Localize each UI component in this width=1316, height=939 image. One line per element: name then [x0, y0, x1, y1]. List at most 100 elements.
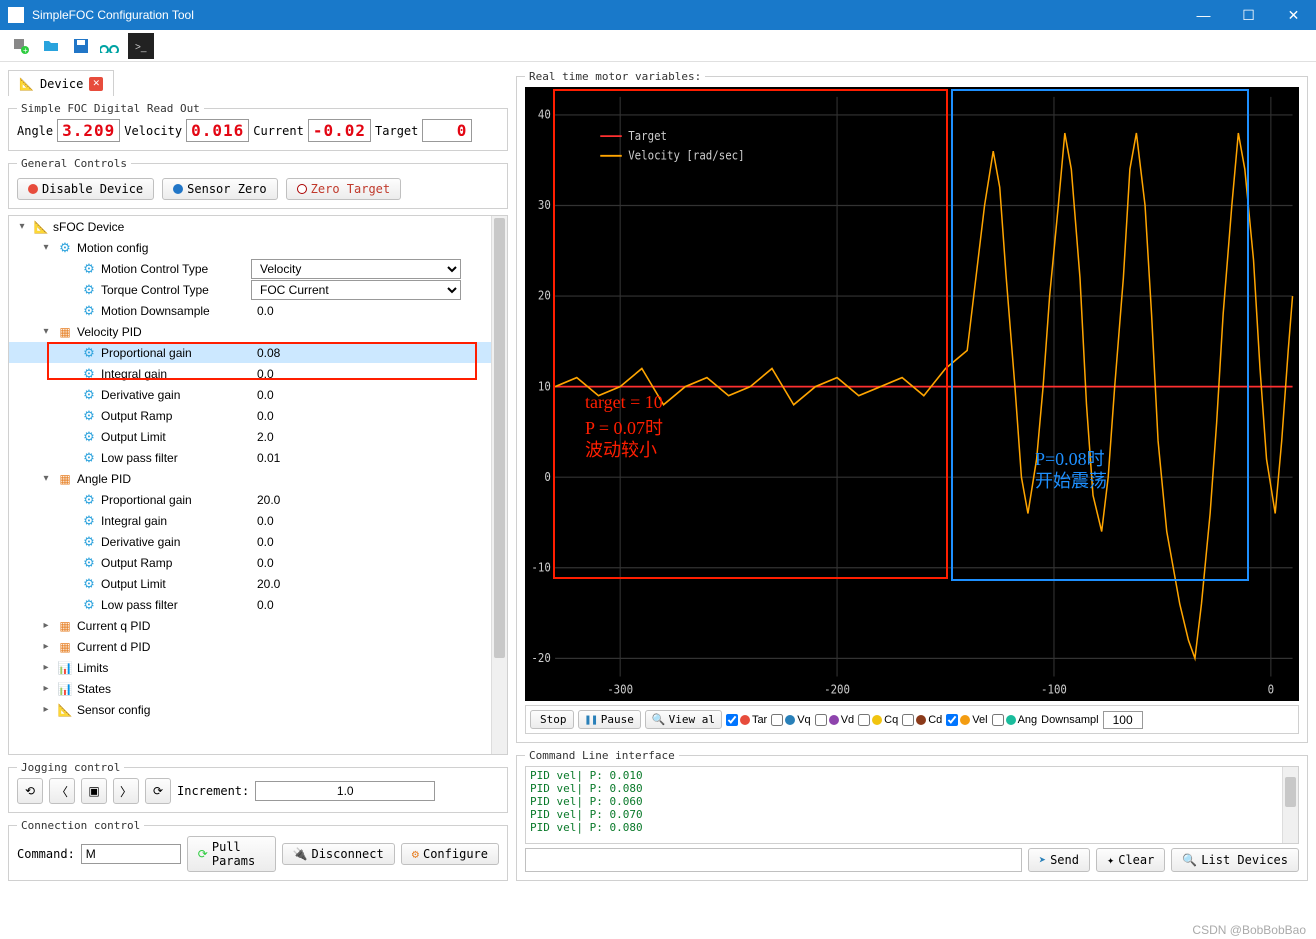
- config-tree[interactable]: ▾📐sFOC Device ▾⚙Motion config ⚙Motion Co…: [8, 215, 508, 755]
- arduino-icon[interactable]: [98, 33, 124, 59]
- tree-angle-pid[interactable]: ▾▦Angle PID: [9, 468, 507, 489]
- chk-vq[interactable]: Vq: [771, 714, 810, 726]
- tree-vel-limit[interactable]: ⚙Output Limit2.0: [9, 426, 507, 447]
- zero-target-button[interactable]: Zero Target: [286, 178, 401, 200]
- pid-icon: ▦: [57, 639, 73, 655]
- annot-red-1: target = 10: [585, 392, 663, 413]
- gear-icon: ⚙: [57, 240, 73, 256]
- send-button[interactable]: ➤Send: [1028, 848, 1090, 872]
- svg-text:>_: >_: [135, 42, 147, 53]
- clear-icon: ✦: [1107, 853, 1114, 867]
- save-icon[interactable]: [68, 33, 94, 59]
- sensor-zero-button[interactable]: Sensor Zero: [162, 178, 277, 200]
- tree-currentd[interactable]: ▸▦Current d PID: [9, 636, 507, 657]
- list-devices-button[interactable]: 🔍List Devices: [1171, 848, 1299, 872]
- disable-device-button[interactable]: Disable Device: [17, 178, 154, 200]
- send-icon: ➤: [1039, 853, 1046, 867]
- increment-input[interactable]: [255, 781, 435, 801]
- downsample-input[interactable]: [1103, 711, 1143, 729]
- disconnect-button[interactable]: 🔌Disconnect: [282, 843, 395, 865]
- configure-button[interactable]: ⚙Configure: [401, 843, 499, 865]
- tree-vel-ig[interactable]: ⚙Integral gain0.0: [9, 363, 507, 384]
- tree-motion-config[interactable]: ▾⚙Motion config: [9, 237, 507, 258]
- gear-icon: ⚙: [412, 847, 419, 861]
- pid-icon: ▦: [57, 471, 73, 487]
- command-input[interactable]: [81, 844, 181, 864]
- tree-scrollbar[interactable]: [491, 216, 507, 754]
- increment-label: Increment:: [177, 784, 249, 798]
- viewall-button[interactable]: 🔍View al: [645, 710, 722, 729]
- chk-cd[interactable]: Cd: [902, 714, 942, 726]
- chk-vd[interactable]: Vd: [815, 714, 854, 726]
- tree-ang-ig[interactable]: ⚙Integral gain0.0: [9, 510, 507, 531]
- tree-ang-limit[interactable]: ⚙Output Limit20.0: [9, 573, 507, 594]
- cli-input[interactable]: [525, 848, 1022, 872]
- svg-text:30: 30: [538, 197, 551, 212]
- gear-icon: ⚙: [81, 261, 97, 277]
- pause-icon: ❚❚: [585, 713, 598, 726]
- cli-output[interactable]: PID vel| P: 0.010 PID vel| P: 0.080 PID …: [525, 766, 1299, 844]
- tab-device[interactable]: 📐 Device ✕: [8, 70, 114, 96]
- tree-root[interactable]: ▾📐sFOC Device: [9, 216, 507, 237]
- general-controls-group: General Controls Disable Device Sensor Z…: [8, 157, 508, 209]
- tree-sensor[interactable]: ▸📐Sensor config: [9, 699, 507, 720]
- tree-vel-ramp[interactable]: ⚙Output Ramp0.0: [9, 405, 507, 426]
- close-button[interactable]: ✕: [1271, 0, 1316, 30]
- jog-stop-button[interactable]: ▣: [81, 778, 107, 804]
- open-folder-icon[interactable]: [38, 33, 64, 59]
- chk-vel[interactable]: Vel: [946, 714, 987, 726]
- gear-icon: ⚙: [81, 429, 97, 445]
- jog-prev-button[interactable]: 〈: [49, 778, 75, 804]
- jog-next-button[interactable]: 〉: [113, 778, 139, 804]
- tree-velocity-pid[interactable]: ▾▦Velocity PID: [9, 321, 507, 342]
- jog-forward-button[interactable]: ⟳: [145, 778, 171, 804]
- red-dot-icon: [28, 184, 38, 194]
- pull-params-button[interactable]: ⟳Pull Params: [187, 836, 276, 872]
- tree-limits[interactable]: ▸📊Limits: [9, 657, 507, 678]
- zoom-icon: 🔍: [652, 713, 666, 726]
- svg-text:0: 0: [544, 469, 551, 484]
- chart-canvas[interactable]: 403020100-10-20 -300-200-1000 Target Vel…: [525, 87, 1299, 701]
- plug-icon: 🔌: [293, 847, 308, 861]
- tree-currentq[interactable]: ▸▦Current q PID: [9, 615, 507, 636]
- tree-tct[interactable]: ⚙Torque Control TypeFOC Current: [9, 279, 507, 300]
- annot-red-3: 波动较小: [585, 436, 657, 462]
- tree-ang-ramp[interactable]: ⚙Output Ramp0.0: [9, 552, 507, 573]
- gear-icon: ⚙: [81, 576, 97, 592]
- stop-button[interactable]: Stop: [530, 710, 574, 729]
- minimize-button[interactable]: —: [1181, 0, 1226, 30]
- cli-line: PID vel| P: 0.060: [530, 795, 1294, 808]
- downsample-label: Downsampl: [1041, 714, 1098, 726]
- chk-ang[interactable]: Ang: [992, 714, 1038, 726]
- annot-blue-2: 开始震荡: [1035, 467, 1107, 493]
- svg-text:-20: -20: [531, 650, 550, 665]
- gear-icon: ⚙: [81, 408, 97, 424]
- mct-select[interactable]: Velocity: [251, 259, 461, 279]
- ring-icon: [297, 184, 307, 194]
- tree-ang-dg[interactable]: ⚙Derivative gain0.0: [9, 531, 507, 552]
- tree-vel-dg[interactable]: ⚙Derivative gain0.0: [9, 384, 507, 405]
- jog-rewind-button[interactable]: ⟲: [17, 778, 43, 804]
- tree-ang-pg[interactable]: ⚙Proportional gain20.0: [9, 489, 507, 510]
- gear-icon: ⚙: [81, 366, 97, 382]
- rt-legend: Real time motor variables:: [525, 70, 705, 83]
- maximize-button[interactable]: ☐: [1226, 0, 1271, 30]
- tree-mds[interactable]: ⚙Motion Downsample0.0: [9, 300, 507, 321]
- chk-cq[interactable]: Cq: [858, 714, 898, 726]
- chk-target[interactable]: Tar: [726, 714, 767, 726]
- gear-icon: ⚙: [81, 597, 97, 613]
- clear-button[interactable]: ✦Clear: [1096, 848, 1165, 872]
- add-device-icon[interactable]: +: [8, 33, 34, 59]
- conn-legend: Connection control: [17, 819, 144, 832]
- cli-line: PID vel| P: 0.080: [530, 821, 1294, 834]
- tab-close-icon[interactable]: ✕: [89, 77, 103, 91]
- tct-select[interactable]: FOC Current: [251, 280, 461, 300]
- pause-button[interactable]: ❚❚Pause: [578, 710, 641, 729]
- terminal-icon[interactable]: >_: [128, 33, 154, 59]
- tree-vel-pg[interactable]: ⚙Proportional gain0.08: [9, 342, 507, 363]
- tree-vel-lpf[interactable]: ⚙Low pass filter0.01: [9, 447, 507, 468]
- tree-mct[interactable]: ⚙Motion Control TypeVelocity: [9, 258, 507, 279]
- tree-ang-lpf[interactable]: ⚙Low pass filter0.0: [9, 594, 507, 615]
- tree-states[interactable]: ▸📊States: [9, 678, 507, 699]
- cli-scrollbar[interactable]: [1282, 767, 1298, 843]
